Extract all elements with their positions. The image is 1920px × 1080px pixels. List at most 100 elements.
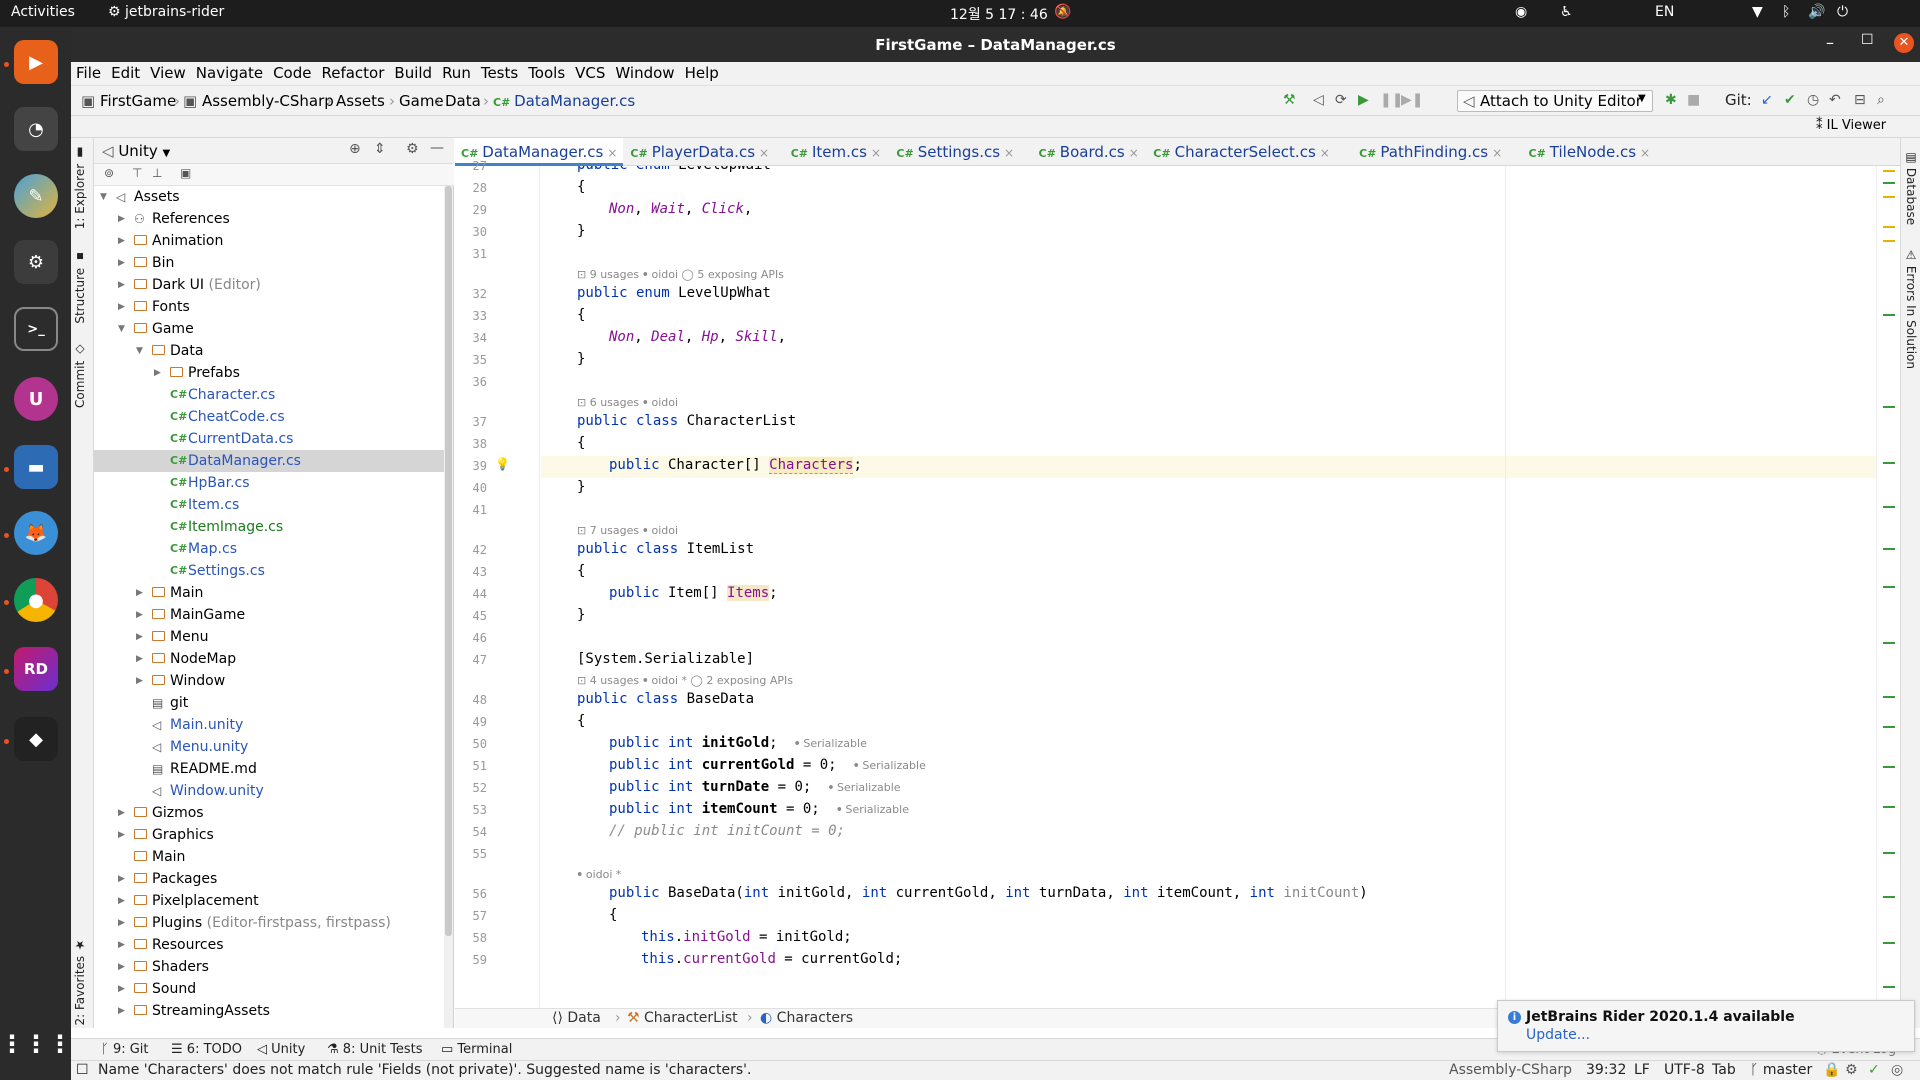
tree-item[interactable]: ▼ Data xyxy=(94,340,452,362)
unity-play-icon[interactable]: ◁ xyxy=(1313,92,1324,108)
change-marker[interactable] xyxy=(1883,182,1895,184)
menu-run[interactable]: Run xyxy=(437,62,476,84)
code-line[interactable]: // public int initCount = 0; xyxy=(609,823,845,839)
code-line[interactable]: public Character[] Characters; xyxy=(609,457,862,474)
code-line[interactable]: public int turnDate = 0; ꔷ Serializable xyxy=(609,779,901,795)
language-indicator[interactable]: EN xyxy=(1655,4,1674,20)
chevron-down-icon[interactable]: ▼ xyxy=(100,186,107,208)
breadcrumb-assets[interactable]: Assets xyxy=(336,92,385,110)
memory-indicator-icon[interactable]: ◎ xyxy=(1891,1062,1903,1078)
code-line[interactable]: public int currentGold = 0; ꔷ Serializab… xyxy=(609,757,926,773)
tree-item[interactable]: ▤ README.md xyxy=(94,758,452,780)
rider-app-icon[interactable]: RD xyxy=(14,647,58,691)
tree-item[interactable]: ▶ Plugins (Editor-firstpass, firstpass) xyxy=(94,912,452,934)
chevron-down-icon[interactable]: ▼ xyxy=(118,318,125,340)
tree-item[interactable]: C# ItemImage.cs xyxy=(94,516,452,538)
maximize-button[interactable]: ☐ xyxy=(1861,32,1874,48)
editor-tab[interactable]: C# PlayerData.cs × xyxy=(624,138,775,166)
unity-tool-tab[interactable]: ◁ Unity xyxy=(257,1042,305,1057)
chrome-app-icon[interactable]: ● xyxy=(14,578,58,622)
run-icon[interactable]: ▶ xyxy=(1358,92,1369,108)
chevron-right-icon[interactable]: ▶ xyxy=(118,274,125,296)
tree-item[interactable]: ▼ ◁ Assets xyxy=(94,186,452,208)
tree-item[interactable]: ▶ MainGame xyxy=(94,604,452,626)
editor-tab[interactable]: C# CharacterSelect.cs × xyxy=(1147,138,1336,166)
collapse-all-icon[interactable]: ⇕ xyxy=(374,141,386,157)
layout-icon[interactable]: ⊟ xyxy=(1854,92,1866,108)
tree-item[interactable]: ▶ Packages xyxy=(94,868,452,890)
status-indent[interactable]: Tab xyxy=(1712,1062,1736,1078)
favorites-tool-tab[interactable]: 2: Favorites ★ xyxy=(73,938,87,1026)
warning-marker[interactable] xyxy=(1883,240,1895,242)
preview-icon[interactable]: ▣ xyxy=(180,166,191,180)
tree-item[interactable]: ◁ Main.unity xyxy=(94,714,452,736)
tree-item[interactable]: C# HpBar.cs xyxy=(94,472,452,494)
tree-item[interactable]: ◁ Window.unity xyxy=(94,780,452,802)
menu-window[interactable]: Window xyxy=(610,62,679,84)
change-marker[interactable] xyxy=(1883,986,1895,988)
git-rollback-icon[interactable]: ↶ xyxy=(1829,92,1841,108)
tree-item[interactable]: C# Character.cs xyxy=(94,384,452,406)
tree-item[interactable]: ▶ Bin xyxy=(94,252,452,274)
tree-item[interactable]: ▶ Resources xyxy=(94,934,452,956)
pause-icon[interactable]: ❚❚ xyxy=(1380,92,1403,108)
ubuntu-software-icon[interactable]: U xyxy=(14,377,58,421)
settings-app-icon[interactable]: ⚙ xyxy=(14,240,58,284)
breadcrumb-namespace[interactable]: ⟨⟩ Data xyxy=(552,1010,601,1026)
tree-item[interactable]: ▶ Prefabs xyxy=(94,362,452,384)
code-line[interactable]: Non, Deal, Hp, Skill, xyxy=(609,329,786,345)
expand-icon[interactable]: ⊤ xyxy=(132,166,142,180)
change-marker[interactable] xyxy=(1883,942,1895,944)
videos-app-icon[interactable]: ▶ xyxy=(14,40,58,84)
code-vision-hint[interactable]: ⊡ 4 usages ꔷ oidoi * ◯ 2 exposing APIs xyxy=(577,674,793,688)
menu-edit[interactable]: Edit xyxy=(106,62,145,84)
editor-tab[interactable]: C# TileNode.cs × xyxy=(1523,138,1657,166)
code-line[interactable]: { xyxy=(577,563,585,579)
code-line[interactable]: public Item[] Items; xyxy=(609,585,778,601)
volume-icon[interactable]: 🔊 xyxy=(1808,4,1825,20)
chevron-right-icon[interactable]: ▶ xyxy=(118,296,125,318)
commit-tool-tab[interactable]: Commit ◇ xyxy=(73,343,87,408)
terminal-app-icon[interactable]: >_ xyxy=(14,307,58,351)
git-tool-tab[interactable]: ᚴ 9: Git xyxy=(101,1042,149,1057)
status-line-separator[interactable]: LF xyxy=(1634,1062,1650,1078)
show-applications-icon[interactable]: ⋮⋮⋮ xyxy=(0,1022,72,1066)
tree-item[interactable]: ▶ Fonts xyxy=(94,296,452,318)
chevron-right-icon[interactable]: ▶ xyxy=(118,868,125,890)
change-marker[interactable] xyxy=(1883,548,1895,550)
close-tab-icon[interactable]: × xyxy=(607,146,617,160)
code-vision-hint[interactable]: ⊡ 9 usages ꔷ oidoi ◯ 5 exposing APIs xyxy=(577,268,784,282)
change-marker[interactable] xyxy=(1883,462,1895,464)
tree-item[interactable]: ▶ Main xyxy=(94,582,452,604)
lock-icon[interactable]: 🔒 xyxy=(1823,1062,1840,1078)
code-vision-hint[interactable]: ⊡ 7 usages ꔷ oidoi xyxy=(577,524,678,538)
git-history-icon[interactable]: ◷ xyxy=(1807,92,1819,108)
code-line[interactable]: public enum LevelUpWhat xyxy=(577,285,771,301)
tree-item[interactable]: ▶ Shaders xyxy=(94,956,452,978)
locate-file-icon[interactable]: ⊕ xyxy=(349,141,361,157)
stop-icon[interactable]: ■ xyxy=(1687,92,1700,108)
menu-view[interactable]: View xyxy=(145,62,191,84)
code-vision-hint[interactable]: ⊡ 6 usages ꔷ oidoi xyxy=(577,396,678,410)
close-tab-icon[interactable]: × xyxy=(759,146,769,160)
tree-item[interactable]: ▤ git xyxy=(94,692,452,714)
change-marker[interactable] xyxy=(1883,852,1895,854)
tree-item[interactable]: ▶ Gizmos xyxy=(94,802,452,824)
tree-item[interactable]: C# Item.cs xyxy=(94,494,452,516)
run-configuration-select[interactable]: ◁ Attach to Unity Editor ▼ xyxy=(1457,90,1653,112)
code-line[interactable]: public int initGold; ꔷ Serializable xyxy=(609,735,867,751)
tree-item[interactable]: C# CheatCode.cs xyxy=(94,406,452,428)
il-viewer-button[interactable]: ⁑ IL Viewer xyxy=(1816,118,1886,133)
menu-vcs[interactable]: VCS xyxy=(570,62,610,84)
explorer-scrollbar[interactable] xyxy=(444,186,453,1028)
change-marker[interactable] xyxy=(1883,506,1895,508)
tree-item[interactable]: C# DataManager.cs xyxy=(94,450,452,472)
clock[interactable]: 12월 5 17 : 46 xyxy=(950,4,1048,24)
tree-item[interactable]: C# Settings.cs xyxy=(94,560,452,582)
tree-item[interactable]: ▶ Graphics xyxy=(94,824,452,846)
firefox-app-icon[interactable]: 🦊 xyxy=(14,511,58,555)
explorer-view-select[interactable]: ◁ Unity ▼ xyxy=(102,142,170,160)
code-line[interactable]: public class BaseData xyxy=(577,691,754,707)
hide-panel-icon[interactable]: — xyxy=(430,140,444,156)
code-line[interactable]: { xyxy=(577,713,585,729)
